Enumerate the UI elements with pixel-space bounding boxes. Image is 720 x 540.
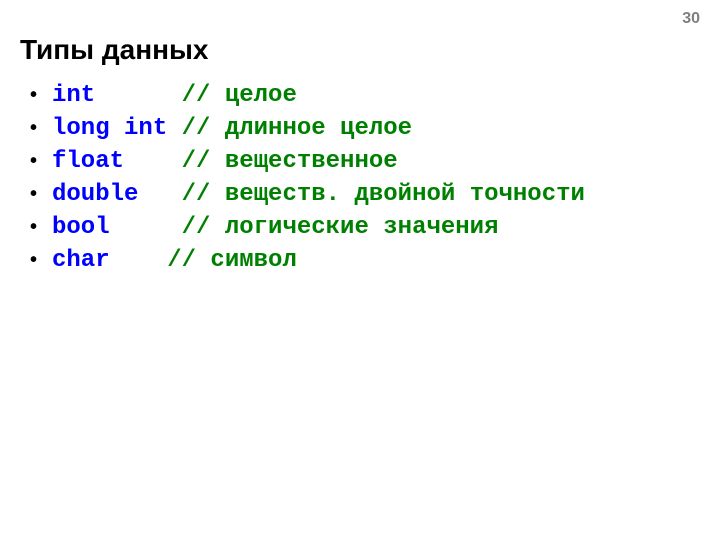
bullet-icon: •	[30, 113, 44, 143]
pad	[167, 115, 181, 142]
list-item: • int // целое	[30, 80, 585, 111]
type-keyword: char	[52, 247, 110, 274]
code-comment: // длинное целое	[182, 115, 412, 142]
code-line: long int // длинное целое	[52, 114, 412, 144]
pad	[138, 181, 181, 208]
pad	[110, 247, 168, 274]
list-item: • double // веществ. двойной точности	[30, 179, 585, 210]
type-list: • int // целое • long int // длинное цел…	[30, 78, 585, 278]
type-keyword: double	[52, 181, 138, 208]
bullet-icon: •	[30, 146, 44, 176]
type-keyword: float	[52, 148, 124, 175]
type-keyword: long int	[52, 115, 167, 142]
code-line: bool // логические значения	[52, 213, 498, 243]
type-keyword: int	[52, 82, 95, 109]
pad	[95, 82, 181, 109]
pad	[110, 214, 182, 241]
page-number: 30	[682, 10, 700, 28]
list-item: • float // вещественное	[30, 146, 585, 177]
list-item: • char // символ	[30, 245, 585, 276]
bullet-icon: •	[30, 80, 44, 110]
bullet-icon: •	[30, 212, 44, 242]
code-line: double // веществ. двойной точности	[52, 180, 585, 210]
code-comment: // вещественное	[182, 148, 398, 175]
code-comment: // логические значения	[182, 214, 499, 241]
code-comment: // целое	[182, 82, 297, 109]
code-line: int // целое	[52, 81, 297, 111]
bullet-icon: •	[30, 179, 44, 209]
code-line: float // вещественное	[52, 147, 398, 177]
pad	[124, 148, 182, 175]
code-line: char // символ	[52, 246, 297, 276]
slide: 30 Типы данных • int // целое • long int…	[0, 0, 720, 540]
bullet-icon: •	[30, 245, 44, 275]
slide-title: Типы данных	[20, 34, 209, 66]
code-comment: // веществ. двойной точности	[182, 181, 585, 208]
code-comment: // символ	[167, 247, 297, 274]
type-keyword: bool	[52, 214, 110, 241]
list-item: • bool // логические значения	[30, 212, 585, 243]
list-item: • long int // длинное целое	[30, 113, 585, 144]
